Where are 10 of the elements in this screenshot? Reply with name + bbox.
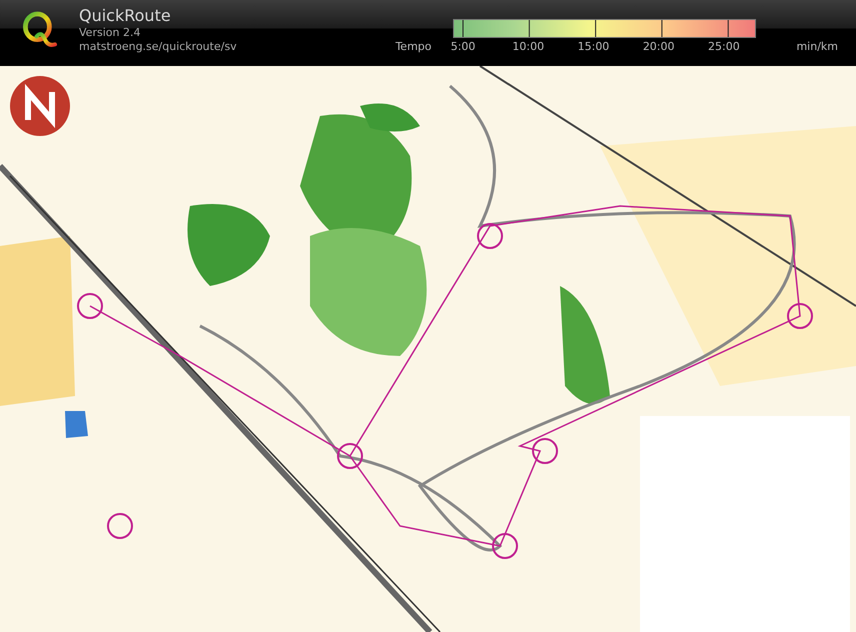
pace-unit-label: min/km (796, 40, 838, 53)
version-text: Version 2.4 (79, 26, 142, 40)
app-title: QuickRoute (79, 6, 172, 26)
pace-tick-label: 10:00 (511, 40, 546, 53)
pace-tick-label: 20:00 (642, 40, 676, 53)
pace-legend-label: Tempo (395, 40, 432, 53)
website-url: matstroeng.se/quickroute/sv (79, 40, 237, 54)
pace-tick-label: 15:00 (576, 40, 610, 53)
pace-tick-label: 25:00 (707, 40, 741, 53)
pace-tick-label: 5:00 (450, 40, 476, 53)
